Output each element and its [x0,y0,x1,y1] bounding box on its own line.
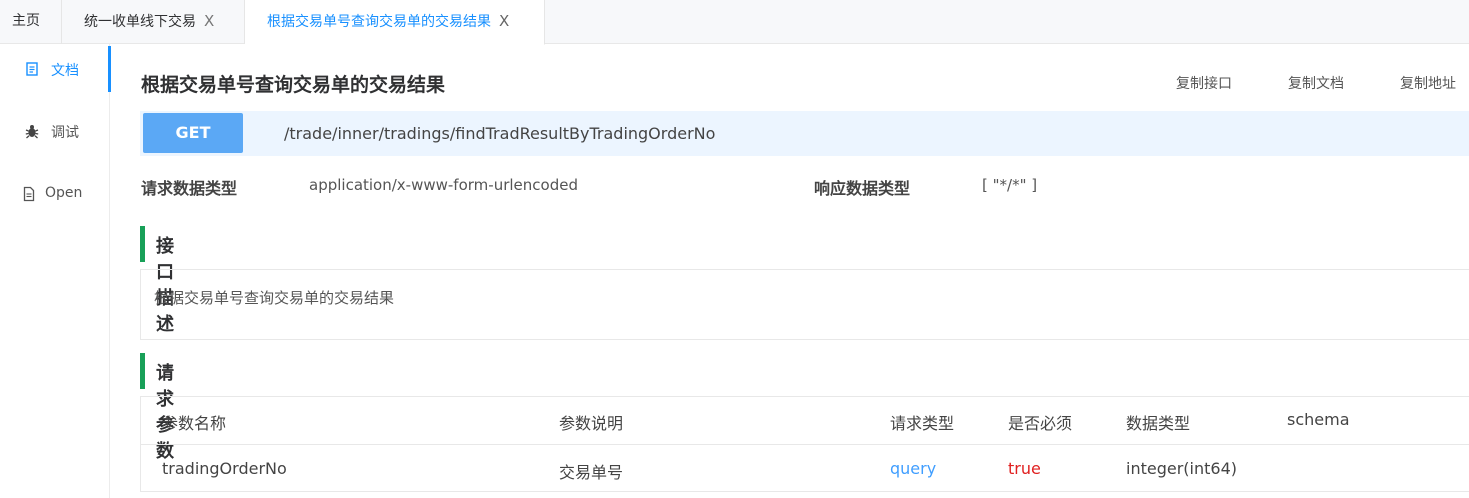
file-icon [23,186,35,202]
param-in: query [890,459,937,478]
params-heading: 请求参数 [140,353,174,462]
copy-url-button[interactable]: 复制地址 [1400,73,1456,93]
param-name: tradingOrderNo [162,459,287,478]
column-header: 数据类型 [1126,414,1191,433]
copy-api-button[interactable]: 复制接口 [1176,73,1232,93]
column-header: 参数名称 [162,414,227,433]
close-icon[interactable]: X [204,12,214,30]
endpoint-bar: GET /trade/inner/tradings/findTradResult… [140,111,1469,156]
tab-label: 根据交易单号查询交易单的交易结果 [267,14,491,30]
sidebar-item-label: 文档 [51,63,79,79]
params-table: 参数名称 参数说明 请求类型 是否必须 数据类型 schema tradingO… [140,396,1469,492]
tab-query-trade-result[interactable]: 根据交易单号查询交易单的交易结果 X [245,0,545,45]
endpoint-path: /trade/inner/tradings/findTradResultByTr… [284,124,716,143]
copy-doc-button[interactable]: 复制文档 [1288,73,1344,93]
column-header: 是否必须 [1008,414,1073,433]
page-title: 根据交易单号查询交易单的交易结果 [141,74,446,96]
column-header: 参数说明 [559,414,624,433]
document-icon [26,62,38,76]
description-box: 根据交易单号查询交易单的交易结果 [140,269,1469,340]
response-type-label: 响应数据类型 [814,179,911,198]
sidebar-item-label: Open [45,185,83,201]
tab-label: 主页 [12,13,40,29]
param-required: true [1008,459,1041,478]
column-header: schema [1287,410,1350,429]
description-heading: 接口描述 [140,226,174,335]
tab-label: 统一收单线下交易 [84,14,196,30]
close-icon[interactable]: X [499,12,509,30]
sidebar-item-label: 调试 [51,125,79,141]
request-type-value: application/x-www-form-urlencoded [309,176,578,194]
sidebar-item-open[interactable]: Open [0,171,110,217]
divider [141,444,1469,445]
bug-icon [25,125,39,139]
tab-bar: 主页 统一收单线下交易 X 根据交易单号查询交易单的交易结果 X [0,0,1469,45]
param-description: 交易单号 [559,463,624,482]
description-text: 根据交易单号查询交易单的交易结果 [154,289,395,307]
response-type-value: [ "*/*" ] [982,176,1038,194]
sidebar-item-docs[interactable]: 文档 [0,46,111,92]
method-badge: GET [143,113,243,153]
column-header: 请求类型 [890,414,955,433]
sidebar: 文档 调试 Open [0,44,111,498]
tab-offline-trade[interactable]: 统一收单线下交易 X [62,0,245,44]
tab-home[interactable]: 主页 [0,0,62,44]
request-type-label: 请求数据类型 [141,179,238,198]
param-data-type: integer(int64) [1126,459,1237,478]
sidebar-item-debug[interactable]: 调试 [0,108,110,154]
